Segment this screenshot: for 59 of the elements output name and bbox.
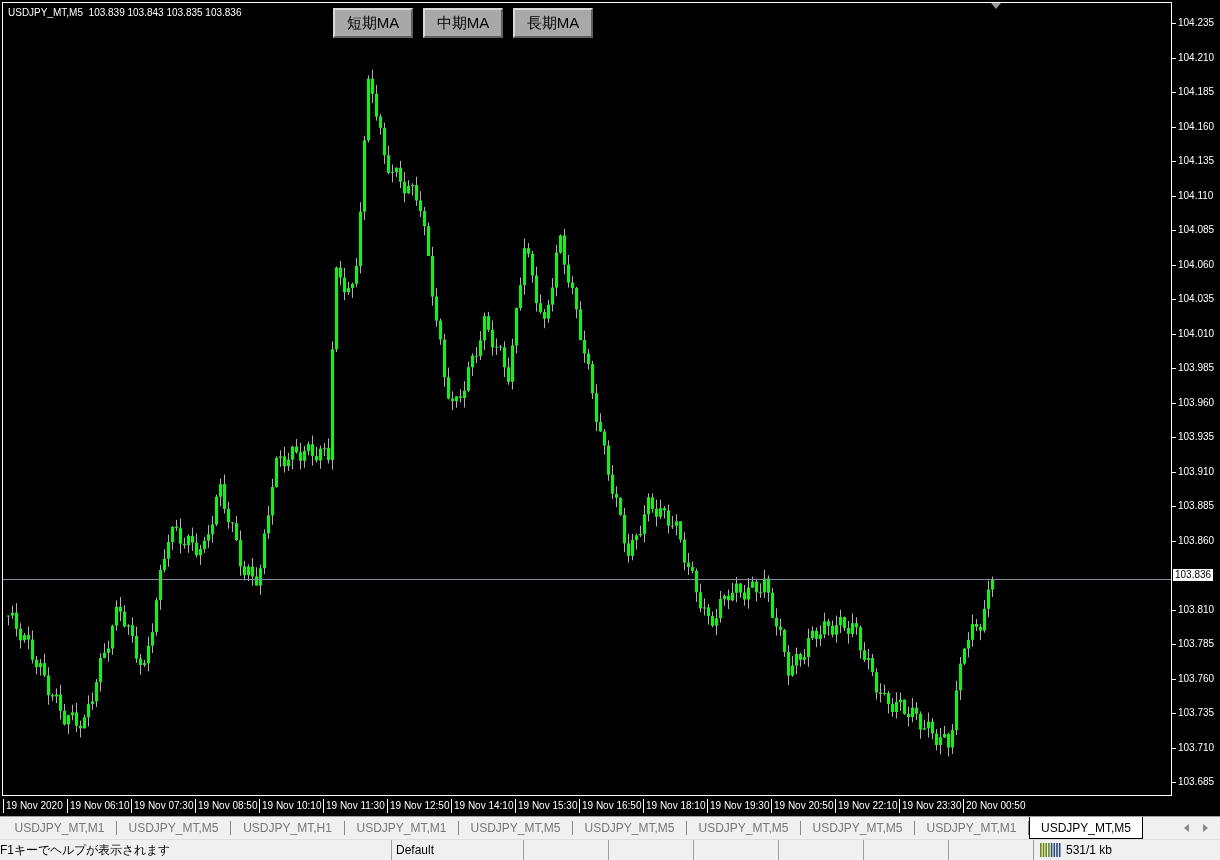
chart-tab[interactable]: USDJPY_MT,M5 <box>573 821 687 835</box>
time-label: 19 Nov 07:30 <box>134 800 194 812</box>
time-label: 19 Nov 16:50 <box>582 800 642 812</box>
time-label: 19 Nov 12:50 <box>390 800 450 812</box>
price-label: 103.760 <box>1172 672 1220 685</box>
chart-tab[interactable]: USDJPY_MT,M5 <box>459 821 573 835</box>
chart-tab[interactable]: USDJPY_MT,M1 <box>345 821 459 835</box>
ma-button[interactable]: 中期MA <box>423 8 503 38</box>
time-label: 19 Nov 15:30 <box>518 800 578 812</box>
ma-button[interactable]: 長期MA <box>513 8 593 38</box>
price-label: 104.235 <box>1172 17 1220 29</box>
price-label: 104.035 <box>1172 293 1220 305</box>
time-label: 19 Nov 10:10 <box>262 800 322 812</box>
price-label: 103.910 <box>1172 465 1220 478</box>
price-label: 103.735 <box>1172 707 1220 719</box>
time-label: 19 Nov 08:50 <box>198 800 258 812</box>
price-label: 104.010 <box>1172 327 1220 340</box>
price-label: 103.810 <box>1172 603 1220 616</box>
time-label: 19 Nov 11:30 <box>326 800 385 812</box>
price-label: 103.960 <box>1172 396 1220 409</box>
time-label: 19 Nov 06:10 <box>70 800 130 812</box>
price-label: 103.935 <box>1172 431 1220 443</box>
chart-tab[interactable]: USDJPY_MT,H1 <box>231 821 345 835</box>
scroll-right-icon[interactable] <box>1203 824 1208 832</box>
help-text: F1キーでヘルプが表示されます <box>0 841 170 859</box>
chart-tab[interactable]: USDJPY_MT,M1 <box>3 821 117 835</box>
symbol-header: USDJPY_MT,M5 103.839 103.843 103.835 103.836 <box>8 7 242 18</box>
ma-button[interactable]: 短期MA <box>333 8 413 38</box>
price-label: 104.160 <box>1172 120 1220 133</box>
price-label: 103.985 <box>1172 362 1220 374</box>
price-label: 103.885 <box>1172 500 1220 512</box>
chart-tab[interactable]: USDJPY_MT,M5 <box>801 821 915 835</box>
current-price-label: 103.836 <box>1173 569 1214 581</box>
price-label: 103.685 <box>1172 776 1220 788</box>
price-label: 104.135 <box>1172 155 1220 167</box>
price-label: 104.060 <box>1172 258 1220 271</box>
time-label: 19 Nov 22:10 <box>838 800 898 812</box>
time-label: 19 Nov 23:30 <box>902 800 962 812</box>
time-label: 19 Nov 20:50 <box>774 800 834 812</box>
price-label: 104.110 <box>1172 189 1220 202</box>
time-label: 19 Nov 18:10 <box>646 800 706 812</box>
chart-tab[interactable]: USDJPY_MT,M5 <box>687 821 801 835</box>
price-label: 103.710 <box>1172 741 1220 754</box>
time-label: 19 Nov 14:10 <box>454 800 514 812</box>
connection-bars-icon <box>1040 843 1062 857</box>
chart-tab[interactable]: USDJPY_MT,M5 <box>117 821 231 835</box>
profile-text: Default <box>396 843 435 857</box>
price-label: 103.785 <box>1172 638 1220 650</box>
time-label: 19 Nov 2020 <box>6 800 63 812</box>
price-label: 104.185 <box>1172 86 1220 98</box>
chart-tab[interactable]: USDJPY_MT,M5 <box>1029 817 1143 839</box>
price-label: 103.860 <box>1172 534 1220 547</box>
traffic-text: 531/1 kb <box>1066 843 1113 857</box>
price-label: 104.210 <box>1172 51 1220 64</box>
scroll-left-icon[interactable] <box>1184 824 1189 832</box>
time-label: 20 Nov 00:50 <box>966 800 1026 812</box>
price-label: 104.085 <box>1172 224 1220 236</box>
shift-marker-icon <box>991 3 1001 9</box>
time-label: 19 Nov 19:30 <box>710 800 770 812</box>
